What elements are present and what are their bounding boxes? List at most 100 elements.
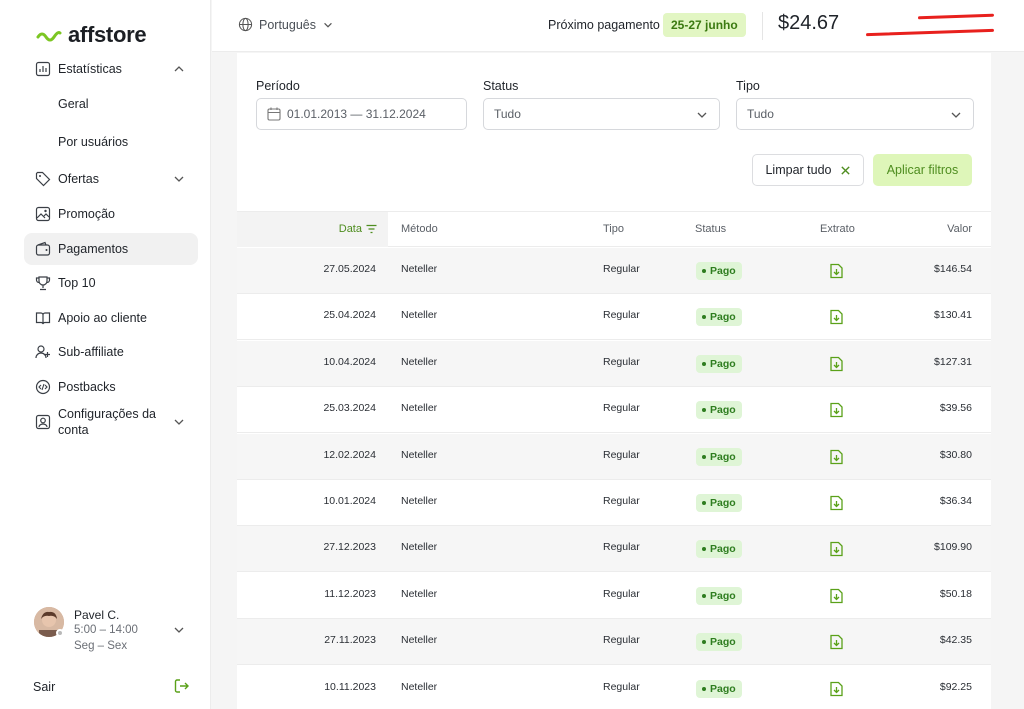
type-value: Tudo [747, 107, 774, 121]
cell-type: Regular [603, 680, 640, 693]
table-row[interactable]: 25.03.2024 Neteller Regular Pago $39.56 [237, 387, 991, 434]
status-badge: Pago [696, 633, 742, 652]
sidebar-subitem-by-users[interactable]: Por usuários [58, 135, 128, 149]
status-badge: Pago [696, 540, 742, 559]
chevron-down-icon[interactable] [172, 415, 186, 429]
status-select[interactable]: Tudo [483, 98, 720, 130]
next-payment-label: Próximo pagamento [548, 18, 660, 32]
clear-all-button[interactable]: Limpar tudo [752, 154, 864, 186]
table-row[interactable]: 10.01.2024 Neteller Regular Pago $36.34 [237, 480, 991, 526]
tag-icon [34, 170, 52, 188]
download-statement-icon[interactable] [829, 634, 844, 650]
status-label: Pago [710, 589, 736, 602]
chevron-up-icon[interactable] [172, 62, 186, 76]
period-date-range-input[interactable]: 01.01.2013 — 31.12.2024 [256, 98, 467, 130]
column-header-date[interactable]: Data [339, 223, 377, 235]
table-row[interactable]: 12.02.2024 Neteller Regular Pago $30.80 [237, 433, 991, 480]
status-dot [702, 269, 706, 273]
column-header-value[interactable]: Valor [947, 223, 972, 235]
logo-mark-icon [36, 31, 62, 42]
cell-method: Neteller [401, 309, 438, 322]
period-label: Período [256, 79, 300, 93]
table-row[interactable]: 11.12.2023 Neteller Regular Pago $50.18 [237, 573, 991, 619]
status-badge: Pago [696, 494, 742, 512]
cell-type: Regular [603, 309, 640, 322]
download-statement-icon[interactable] [829, 588, 844, 604]
sidebar-item-account-settings[interactable]: Configurações da conta [24, 402, 198, 442]
column-header-statement: Extrato [820, 223, 855, 235]
balance-amount: $24.67 [778, 12, 840, 34]
download-statement-icon[interactable] [829, 495, 844, 511]
download-statement-icon[interactable] [829, 541, 844, 557]
status-dot [56, 629, 64, 637]
table-row[interactable]: 27.12.2023 Neteller Regular Pago $109.90 [237, 526, 991, 573]
next-payment-badge: 25-27 junho [663, 13, 746, 37]
type-select[interactable]: Tudo [736, 98, 974, 130]
table-row[interactable]: 27.11.2023 Neteller Regular Pago $42.35 [237, 619, 991, 666]
status-dot [702, 640, 706, 645]
table-row[interactable]: 10.04.2024 Neteller Regular Pago $127.31 [237, 340, 991, 387]
cell-value: $50.18 [939, 587, 972, 600]
status-dot [702, 454, 706, 459]
topbar: Português Próximo pagamento 25-27 junho … [212, 0, 1024, 52]
column-header-type[interactable]: Tipo [603, 223, 624, 235]
chevron-down-icon[interactable] [172, 623, 186, 637]
table-row[interactable]: 25.04.2024 Neteller Regular Pago $130.41 [237, 294, 991, 341]
cell-method: Neteller [401, 402, 438, 415]
download-statement-icon[interactable] [829, 263, 844, 279]
logout-icon[interactable] [174, 678, 190, 694]
image-icon [34, 205, 52, 223]
status-badge: Pago [696, 354, 742, 373]
status-badge: Pago [696, 401, 742, 420]
status-dot [702, 315, 706, 320]
language-selector[interactable]: Português [238, 17, 334, 32]
logout-link[interactable]: Sair [33, 680, 55, 694]
divider [762, 12, 763, 40]
cell-value: $39.56 [939, 402, 972, 415]
sidebar-item-label: Pagamentos [58, 242, 129, 256]
download-statement-icon[interactable] [829, 309, 844, 325]
table-row[interactable]: 10.11.2023 Neteller Regular Pago $92.25 [237, 666, 991, 709]
cell-value: $130.41 [934, 309, 972, 322]
period-value: 01.01.2013 — 31.12.2024 [287, 107, 426, 121]
sidebar-item-sub-affiliate[interactable]: Sub-affiliate [24, 336, 198, 368]
account-manager[interactable]: Pavel C. 5:00 – 14:00 Seg – Sex [34, 605, 194, 657]
download-statement-icon[interactable] [829, 356, 844, 372]
close-icon [840, 165, 850, 175]
cell-date: 27.12.2023 [323, 541, 376, 554]
logo[interactable]: affstore [36, 22, 147, 48]
download-statement-icon[interactable] [829, 449, 844, 465]
status-label: Pago [710, 404, 736, 417]
cell-type: Regular [603, 402, 640, 415]
code-icon [34, 378, 52, 396]
download-statement-icon[interactable] [829, 681, 844, 697]
status-badge: Pago [696, 447, 742, 466]
column-header-method[interactable]: Método [401, 223, 438, 235]
sidebar-item-label: Estatísticas [58, 62, 122, 76]
sidebar-item-payments[interactable]: Pagamentos [24, 233, 198, 265]
table-row[interactable]: 27.05.2024 Neteller Regular Pago $146.54 [237, 248, 991, 294]
status-label: Pago [710, 311, 736, 324]
cell-date: 25.04.2024 [323, 309, 376, 322]
column-header-status[interactable]: Status [695, 223, 726, 235]
sidebar-item-top10[interactable]: Top 10 [24, 267, 198, 299]
sidebar-item-statistics[interactable]: Estatísticas [24, 53, 198, 85]
user-days: Seg – Sex [74, 640, 128, 652]
sidebar-item-label: Ofertas [58, 172, 99, 186]
sidebar: affstore Estatísticas Geral Por usuários… [0, 0, 211, 709]
sidebar-item-support[interactable]: Apoio ao cliente [24, 302, 198, 334]
cell-date: 27.11.2023 [324, 634, 376, 647]
status-label: Pago [710, 450, 736, 463]
sidebar-item-postbacks[interactable]: Postbacks [24, 371, 198, 403]
column-header-label: Data [338, 223, 362, 235]
sidebar-item-offers[interactable]: Ofertas [24, 163, 198, 195]
sidebar-item-label: Configurações da conta [58, 407, 156, 437]
cell-type: Regular [603, 448, 640, 461]
sidebar-item-promotion[interactable]: Promoção [24, 198, 198, 230]
redaction-mark [917, 13, 995, 20]
cell-value: $109.90 [934, 541, 972, 554]
apply-filters-button[interactable]: Aplicar filtros [873, 154, 972, 186]
download-statement-icon[interactable] [829, 402, 844, 418]
sidebar-subitem-general[interactable]: Geral [58, 97, 89, 111]
chevron-down-icon[interactable] [172, 172, 186, 186]
